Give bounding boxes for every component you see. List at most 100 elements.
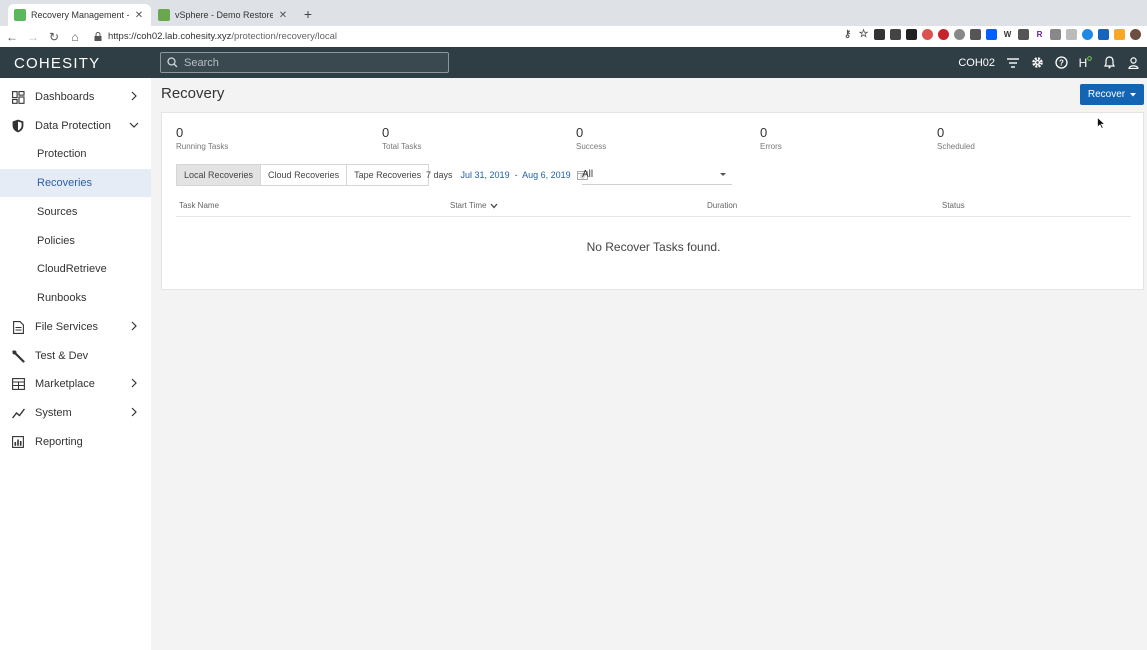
status-filter-select[interactable]: All xyxy=(582,165,732,185)
sidebar-item-reporting[interactable]: Reporting xyxy=(0,428,151,456)
recover-button[interactable]: Recover xyxy=(1080,84,1144,105)
stat-success: 0 Success xyxy=(576,125,606,151)
browser-tab-vsphere[interactable]: vSphere - Demo Restores - Su ✕ xyxy=(152,4,295,26)
sidebar-subitem-recoveries[interactable]: Recoveries xyxy=(0,169,151,197)
cohesity-logo[interactable]: COHESITY xyxy=(14,55,100,72)
mouse-cursor-icon xyxy=(1097,117,1106,129)
extension-doc-icon[interactable] xyxy=(890,29,901,40)
sidebar-item-system[interactable]: System xyxy=(0,399,151,427)
star-icon[interactable]: ☆ xyxy=(858,29,869,40)
extension-circle-icon[interactable] xyxy=(954,29,965,40)
system-icon xyxy=(11,406,25,420)
sidebar-item-dashboards[interactable]: Dashboards xyxy=(0,83,151,111)
close-tab-icon[interactable]: ✕ xyxy=(133,10,145,21)
chevron-right-icon xyxy=(131,321,137,331)
cohesity-favicon-icon xyxy=(14,9,26,21)
sidebar-item-label: File Services xyxy=(35,321,98,333)
svg-text:H: H xyxy=(1079,56,1088,69)
shield-icon xyxy=(11,119,25,133)
range-dates[interactable]: Jul 31, 2019 - Aug 6, 2019 xyxy=(461,170,571,180)
main-content: Recovery Recover 0 Running Tasks 0 Total… xyxy=(151,78,1147,650)
extension-yellow-icon[interactable] xyxy=(1114,29,1125,40)
stat-label: Total Tasks xyxy=(382,142,422,151)
sidebar-item-file-services[interactable]: File Services xyxy=(0,313,151,341)
url-host: https://coh02.lab.cohesity.xyz xyxy=(108,31,232,42)
extension-wave-icon[interactable] xyxy=(970,29,981,40)
profile-avatar-icon[interactable] xyxy=(1130,29,1141,40)
extension-multi-icon[interactable] xyxy=(1050,29,1061,40)
stat-label: Success xyxy=(576,142,607,151)
sidebar-item-marketplace[interactable]: Marketplace xyxy=(0,370,151,398)
lock-icon xyxy=(94,32,102,41)
stat-label: Errors xyxy=(760,142,782,151)
extension-w-icon[interactable]: W xyxy=(1002,29,1013,40)
dropbox-icon[interactable] xyxy=(986,29,997,40)
user-icon[interactable] xyxy=(1121,47,1145,78)
sidebar-item-label: System xyxy=(35,407,72,419)
cluster-name[interactable]: COH02 xyxy=(958,57,995,69)
empty-state-message: No Recover Tasks found. xyxy=(586,240,721,254)
search-input[interactable] xyxy=(184,56,444,69)
sidebar-item-test-dev[interactable]: Test & Dev xyxy=(0,342,151,370)
tab-cloud-recoveries[interactable]: Cloud Recoveries xyxy=(261,165,348,185)
stat-label: Running Tasks xyxy=(176,142,229,151)
help-icon[interactable]: ? xyxy=(1049,47,1073,78)
tab-title: vSphere - Demo Restores - Su xyxy=(175,10,273,20)
sidebar: Dashboards Data Protection Protection Re… xyxy=(0,78,151,650)
recover-button-label: Recover xyxy=(1087,89,1126,100)
sidebar-subitem-policies[interactable]: Policies xyxy=(0,227,151,255)
helios-icon[interactable]: H xyxy=(1073,47,1097,78)
recovery-card: 0 Running Tasks 0 Total Tasks 0 Success … xyxy=(161,112,1144,290)
tab-local-recoveries[interactable]: Local Recoveries xyxy=(177,165,262,185)
column-status[interactable]: Status xyxy=(942,201,965,210)
sidebar-subitem-cloudretrieve[interactable]: CloudRetrieve xyxy=(0,255,151,283)
search-box[interactable] xyxy=(160,52,449,73)
table-header: Task Name Start Time Duration Status xyxy=(176,199,1131,217)
browser-tab-bar: Recovery Management - Local ✕ vSphere - … xyxy=(0,0,1147,26)
column-duration[interactable]: Duration xyxy=(707,201,737,210)
recovery-type-tabs: Local Recoveries Cloud Recoveries Tape R… xyxy=(176,164,430,186)
stat-scheduled: 0 Scheduled xyxy=(937,125,975,151)
sidebar-item-data-protection[interactable]: Data Protection xyxy=(0,112,151,140)
sidebar-subitem-runbooks[interactable]: Runbooks xyxy=(0,284,151,312)
extension-layers-icon[interactable] xyxy=(874,29,885,40)
tab-tape-recoveries[interactable]: Tape Recoveries xyxy=(347,165,428,185)
bell-icon[interactable] xyxy=(1097,47,1121,78)
forward-icon[interactable]: → xyxy=(24,28,42,46)
filter-icon[interactable] xyxy=(1001,47,1025,78)
column-task-name[interactable]: Task Name xyxy=(179,201,219,210)
gear-icon[interactable] xyxy=(1025,47,1049,78)
close-tab-icon[interactable]: ✕ xyxy=(277,10,289,21)
column-start-time[interactable]: Start Time xyxy=(450,201,498,210)
wrench-icon xyxy=(11,349,25,363)
home-icon[interactable]: ⌂ xyxy=(66,28,84,46)
browser-tab-recovery[interactable]: Recovery Management - Local ✕ xyxy=(8,4,151,26)
extension-screen-icon[interactable] xyxy=(1098,29,1109,40)
extension-g-icon[interactable] xyxy=(1018,29,1029,40)
sidebar-subitem-sources[interactable]: Sources xyxy=(0,198,151,226)
extension-icons: ⚷ ☆ W R xyxy=(842,29,1141,40)
reload-icon[interactable]: ↻ xyxy=(45,28,63,46)
extension-x-icon[interactable] xyxy=(1066,29,1077,40)
address-bar[interactable]: https://coh02.lab.cohesity.xyz/protectio… xyxy=(94,31,337,42)
new-tab-icon[interactable]: + xyxy=(300,6,316,22)
date-range-picker[interactable]: 7 days Jul 31, 2019 - Aug 6, 2019 xyxy=(426,170,588,180)
chevron-down-icon xyxy=(129,122,139,128)
extension-red-icon[interactable] xyxy=(922,29,933,40)
pinterest-icon[interactable] xyxy=(938,29,949,40)
sidebar-item-label: Marketplace xyxy=(35,378,95,390)
key-icon[interactable]: ⚷ xyxy=(842,29,853,40)
chevron-right-icon xyxy=(131,91,137,101)
stat-errors: 0 Errors xyxy=(760,125,782,151)
tab-title: Recovery Management - Local xyxy=(31,10,129,20)
stat-label: Scheduled xyxy=(937,142,975,151)
back-icon[interactable]: ← xyxy=(3,28,21,46)
chevron-right-icon xyxy=(131,378,137,388)
extension-blue-icon[interactable] xyxy=(1082,29,1093,40)
range-label[interactable]: 7 days xyxy=(426,170,453,180)
reporting-icon xyxy=(11,435,25,449)
sidebar-item-label: Dashboards xyxy=(35,91,95,103)
extension-evernote-icon[interactable] xyxy=(906,29,917,40)
sidebar-subitem-protection[interactable]: Protection xyxy=(0,140,151,168)
extension-r-icon[interactable]: R xyxy=(1034,29,1045,40)
